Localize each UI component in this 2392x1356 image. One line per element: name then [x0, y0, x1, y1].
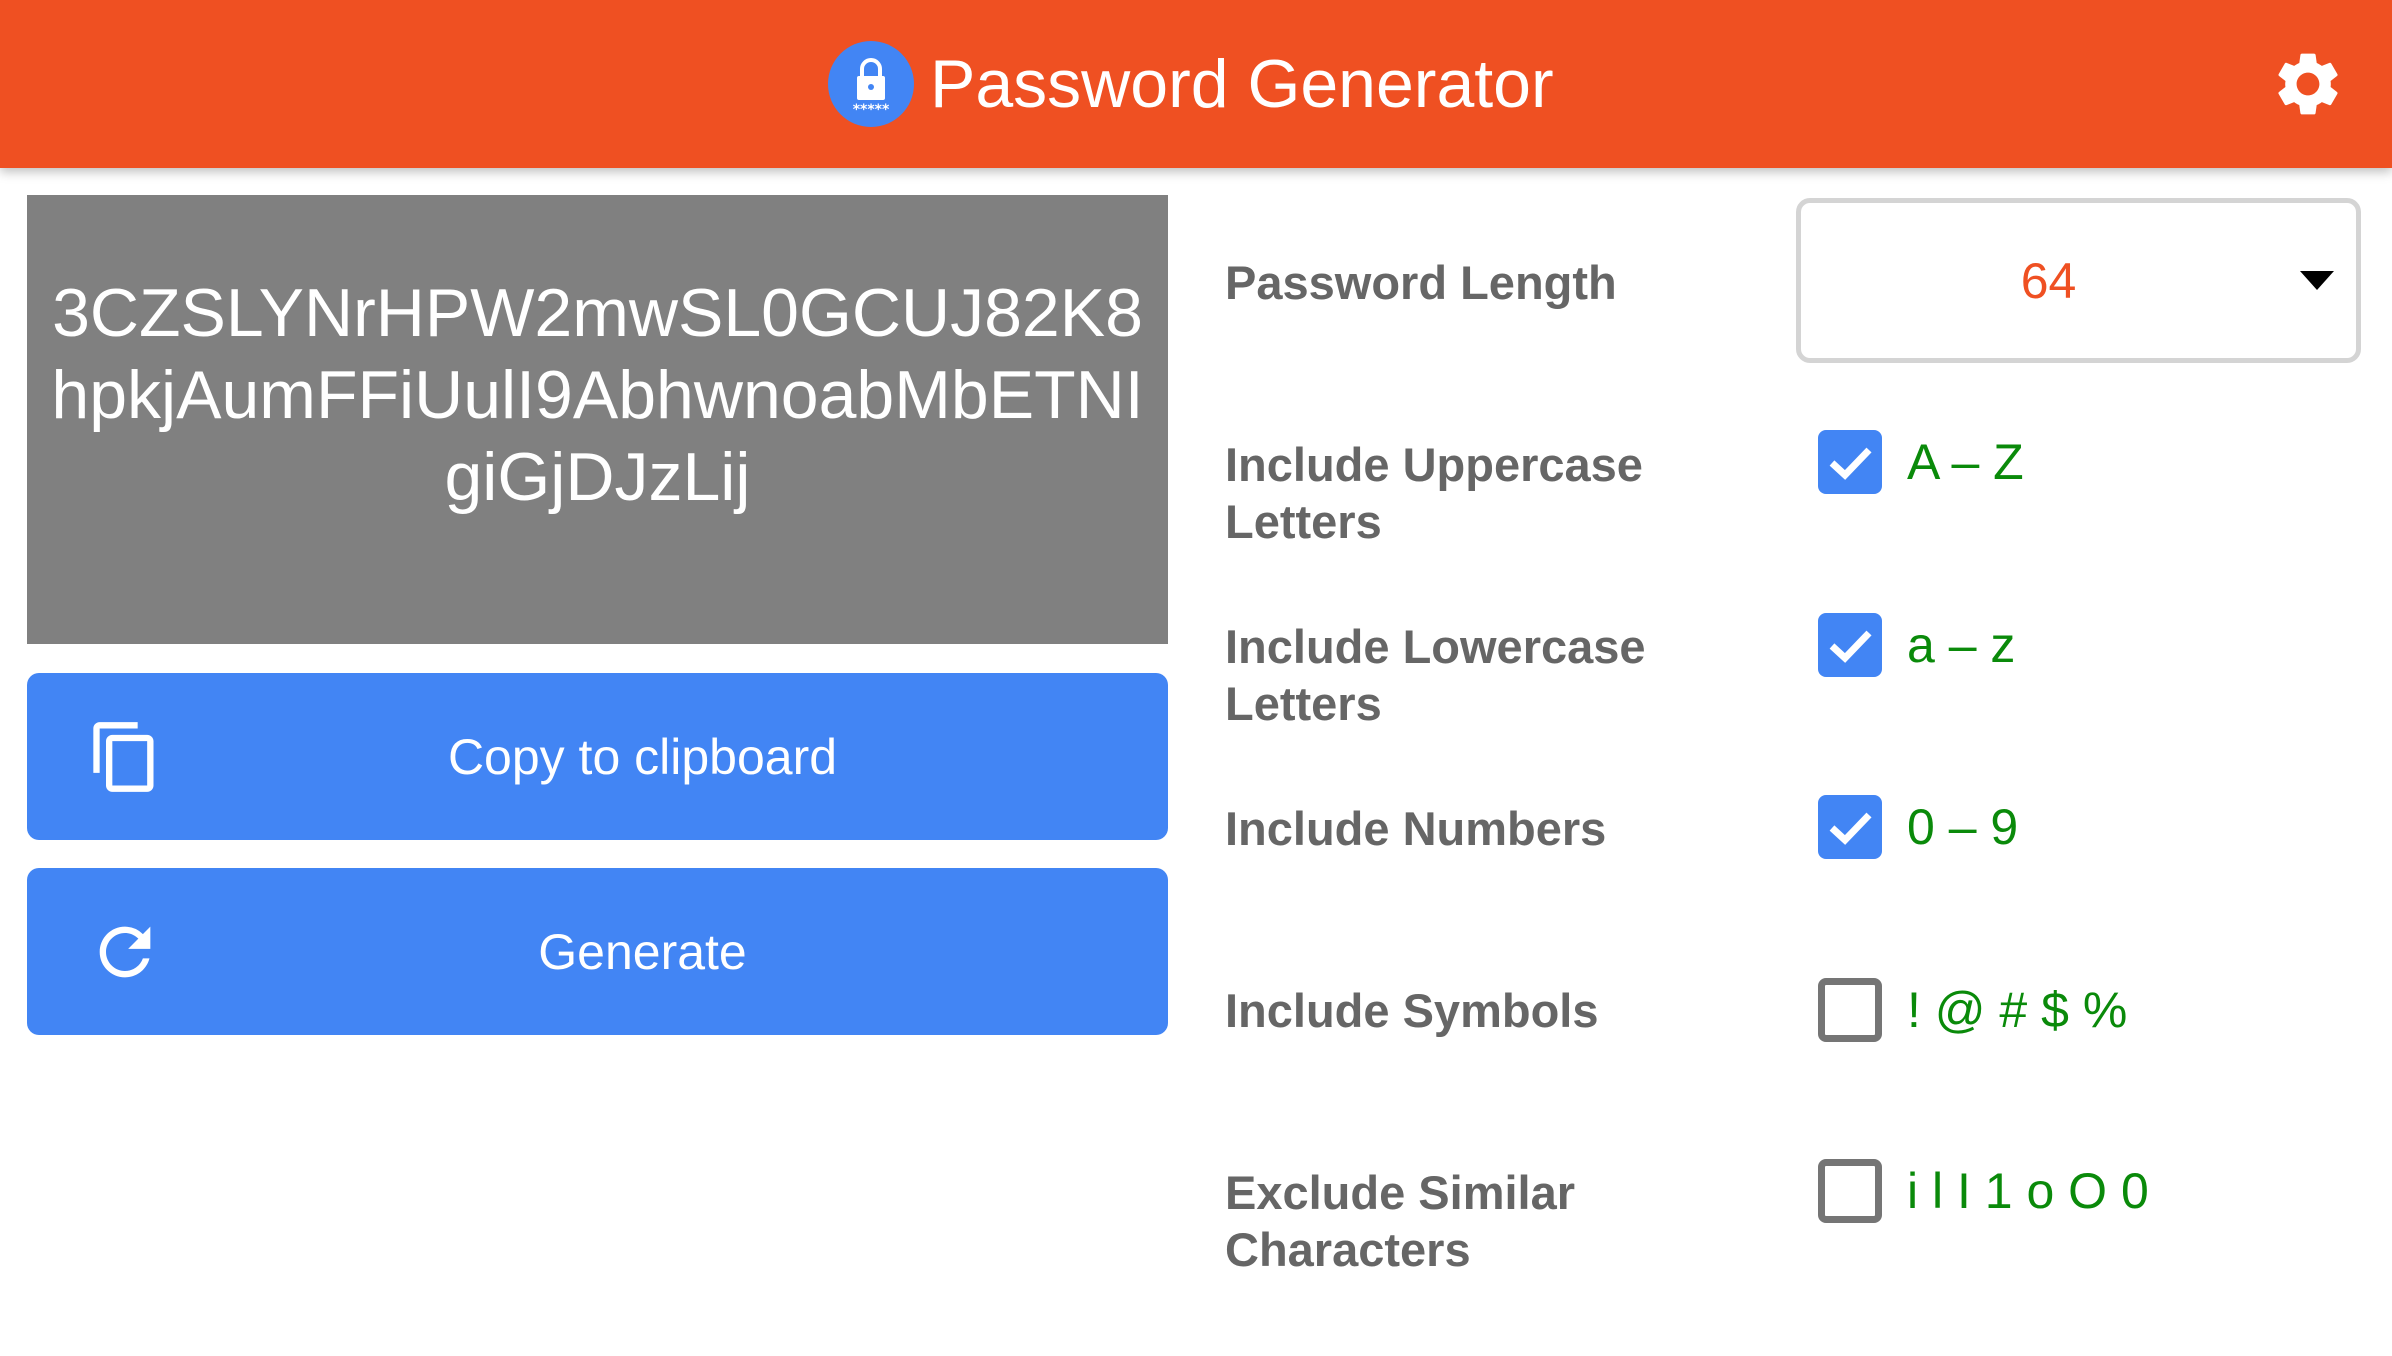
copy-button-label: Copy to clipboard — [447, 728, 838, 785]
password-length-value: 64 — [2020, 252, 2077, 309]
option-label-lowercase: Include Lowercase Letters — [1225, 620, 1646, 730]
generate-button-label: Generate — [538, 923, 747, 980]
checkbox-lowercase[interactable] — [1818, 613, 1882, 677]
option-chars-exclude-similar: i l I 1 o O 0 — [1907, 1163, 2149, 1219]
checkmark-icon — [1829, 447, 1872, 480]
checkbox-uppercase[interactable] — [1818, 430, 1882, 494]
generate-button[interactable]: Generate — [27, 868, 1168, 1035]
option-chars-symbols: ! @ # $ % — [1907, 982, 2128, 1038]
app-header: ***** Password Generator — [0, 0, 2392, 168]
password-length-select[interactable]: 64 — [1796, 198, 2361, 363]
checkbox-numbers[interactable] — [1818, 795, 1882, 859]
checkbox-exclude-similar[interactable] — [1818, 1159, 1882, 1223]
option-chars-numbers: 0 – 9 — [1907, 799, 2019, 855]
app-title: Password Generator — [930, 46, 1554, 122]
checkmark-icon — [1829, 812, 1872, 845]
checkbox-symbols[interactable] — [1818, 978, 1882, 1042]
option-chars-lowercase: a – z — [1907, 617, 2016, 673]
password-display: 3CZSLYNrHPW2mwSL0GCUJ82K8hpkjAumFFiUulI9… — [27, 195, 1168, 644]
gear-icon[interactable] — [2270, 46, 2346, 122]
caret-down-icon — [2300, 270, 2334, 290]
svg-text:*****: ***** — [853, 102, 890, 118]
checkmark-icon — [1829, 630, 1872, 663]
password-length-label: Password Length — [1225, 256, 1617, 309]
option-chars-uppercase: A – Z — [1907, 434, 2024, 490]
copy-to-clipboard-button[interactable]: Copy to clipboard — [27, 673, 1168, 840]
option-label-symbols: Include Symbols — [1225, 984, 1599, 1037]
option-label-uppercase: Include Uppercase Letters — [1225, 438, 1643, 548]
option-label-exclude-similar: Exclude Similar Characters — [1225, 1166, 1576, 1276]
option-label-numbers: Include Numbers — [1225, 802, 1607, 855]
generated-password: 3CZSLYNrHPW2mwSL0GCUJ82K8hpkjAumFFiUulI9… — [51, 274, 1144, 515]
lock-password-icon: ***** — [828, 41, 914, 127]
